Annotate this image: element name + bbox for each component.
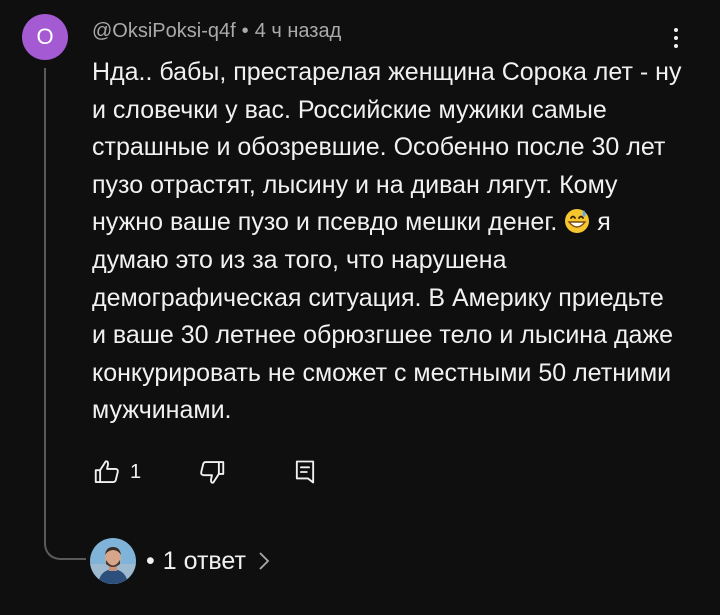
more-vert-icon[interactable] xyxy=(664,24,688,52)
dislike-button[interactable] xyxy=(197,457,227,487)
comment-body: Нда.. бабы, престарелая женщина Сорока л… xyxy=(92,54,682,430)
like-count: 1 xyxy=(130,460,142,483)
reply-comment-icon xyxy=(296,460,315,484)
thumb-up-icon xyxy=(94,460,119,483)
thumb-down-icon xyxy=(200,461,225,484)
avatar[interactable]: O xyxy=(22,14,68,60)
author-handle[interactable]: @OksiPoksi-q4f xyxy=(92,20,236,42)
meta-separator: • xyxy=(241,20,249,42)
reply-avatar xyxy=(90,538,136,584)
avatar-letter: O xyxy=(36,24,54,49)
comment-time[interactable]: 4 ч назад xyxy=(255,20,342,42)
thread-connector-line xyxy=(44,68,86,560)
comment-text-part-1: Нда.. бабы, престарелая женщина Сорока л… xyxy=(92,58,682,237)
replies-bullet: • xyxy=(146,546,155,575)
comment-text-part-2: я думаю это из за того, что нарушена дем… xyxy=(92,208,674,425)
comment-meta: @OksiPoksi-q4f • 4 ч назад xyxy=(92,20,341,43)
like-button[interactable]: 1 xyxy=(92,457,141,487)
view-replies-button[interactable]: • 1 ответ xyxy=(90,536,270,586)
reply-button[interactable] xyxy=(291,457,319,487)
chevron-right-icon xyxy=(259,552,270,570)
replies-count-label: • 1 ответ xyxy=(146,547,246,576)
grinning-face-with-sweat-icon xyxy=(565,209,590,234)
replies-count-text: 1 ответ xyxy=(162,546,246,575)
comment-actions: 1 xyxy=(92,452,319,492)
